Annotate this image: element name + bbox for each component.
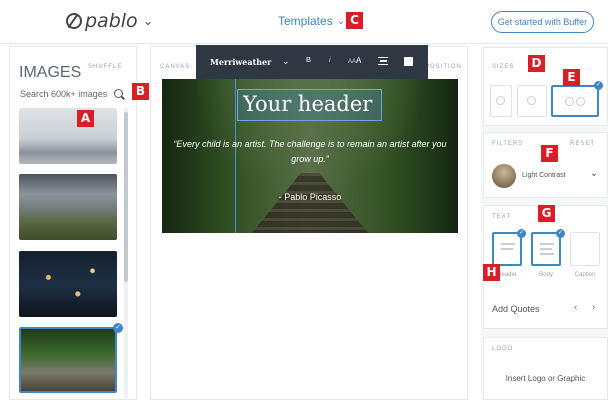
- image-thumbnail[interactable]: [19, 108, 117, 164]
- text-template-caption-label: Caption: [574, 272, 596, 278]
- canvas-label: CANVAS: [160, 64, 191, 70]
- size-selected-check-icon: ✓: [594, 81, 603, 90]
- quote-next-icon[interactable]: ›: [592, 302, 595, 313]
- position-label: POSITION: [425, 64, 462, 70]
- font-size-large: A: [356, 56, 362, 65]
- selected-check-icon: ✓: [113, 323, 123, 333]
- font-size-button[interactable]: AAA: [348, 56, 361, 65]
- quote-prev-icon[interactable]: ‹: [574, 302, 577, 313]
- canvas-quote-text[interactable]: “Every child is an artist. The challenge…: [165, 137, 455, 167]
- canvas-author-text[interactable]: - Pablo Picasso: [165, 192, 455, 202]
- logo-menu[interactable]: pablo ⌄: [66, 10, 154, 32]
- search-icon[interactable]: [114, 89, 123, 98]
- shuffle-button[interactable]: SHUFFLE: [88, 64, 122, 70]
- marker-d: D: [528, 55, 545, 72]
- marker-e: E: [563, 69, 580, 86]
- add-quotes-label[interactable]: Add Quotes: [492, 304, 540, 314]
- text-template-body-label: Body: [539, 272, 553, 278]
- bold-button[interactable]: B: [306, 57, 311, 64]
- marker-a: A: [77, 110, 94, 127]
- font-selector[interactable]: Merriweather: [210, 57, 271, 67]
- marker-g: G: [538, 205, 555, 222]
- font-size-small: AA: [348, 59, 357, 65]
- image-thumbnail[interactable]: [19, 174, 117, 240]
- templates-chevron-icon: ⌄: [336, 15, 346, 27]
- image-search-input[interactable]: Search 600k+ images: [20, 89, 107, 99]
- filter-selector[interactable]: Light Contrast: [522, 172, 566, 179]
- italic-button[interactable]: i: [329, 57, 331, 64]
- header-selected-check-icon: ✓: [517, 229, 526, 238]
- templates-dropdown[interactable]: Templates ⌄: [278, 14, 345, 28]
- image-thumbnail[interactable]: [19, 251, 117, 317]
- filters-label: FILTERS: [492, 141, 524, 147]
- text-template-caption[interactable]: [570, 232, 600, 266]
- marker-h: H: [483, 264, 500, 281]
- size-option-wide[interactable]: [551, 85, 599, 117]
- marker-f: F: [541, 145, 558, 162]
- top-bar: pablo ⌄ Templates ⌄ Get started with Buf…: [0, 0, 608, 44]
- align-icon[interactable]: [378, 57, 388, 66]
- get-started-button[interactable]: Get started with Buffer: [491, 11, 594, 33]
- canvas-header-text[interactable]: Your header: [243, 92, 372, 116]
- font-chevron-icon[interactable]: ⌄: [282, 56, 290, 67]
- images-title: IMAGES: [19, 64, 82, 81]
- images-scrollbar-thumb[interactable]: [124, 112, 128, 282]
- logo-label: LOGO: [492, 346, 514, 352]
- templates-label: Templates: [278, 14, 333, 28]
- filter-chevron-icon[interactable]: ⌄: [590, 168, 598, 179]
- sizes-label: SIZES: [492, 64, 515, 70]
- insert-logo-button[interactable]: Insert Logo or Graphic: [483, 374, 608, 383]
- railway-track-graphic: [252, 173, 368, 233]
- chevron-down-icon: ⌄: [142, 13, 154, 29]
- filter-preview-thumbnail[interactable]: [492, 164, 516, 188]
- body-selected-check-icon: ✓: [556, 229, 565, 238]
- image-thumbnail-selected[interactable]: [19, 327, 117, 393]
- filters-reset-button[interactable]: RESET: [570, 141, 595, 147]
- size-option-square[interactable]: [517, 85, 547, 117]
- text-color-swatch[interactable]: [404, 57, 413, 66]
- text-toolbar: Merriweather ⌄ B i AAA: [196, 45, 428, 79]
- marker-c: C: [346, 12, 363, 29]
- logo-text: pablo: [85, 10, 138, 32]
- marker-b: B: [132, 83, 149, 100]
- text-label: TEXT: [492, 214, 512, 220]
- text-template-header[interactable]: [492, 232, 522, 266]
- text-template-body[interactable]: [531, 232, 561, 266]
- size-option-pinterest[interactable]: [490, 85, 512, 117]
- pablo-logo-icon: [66, 13, 82, 29]
